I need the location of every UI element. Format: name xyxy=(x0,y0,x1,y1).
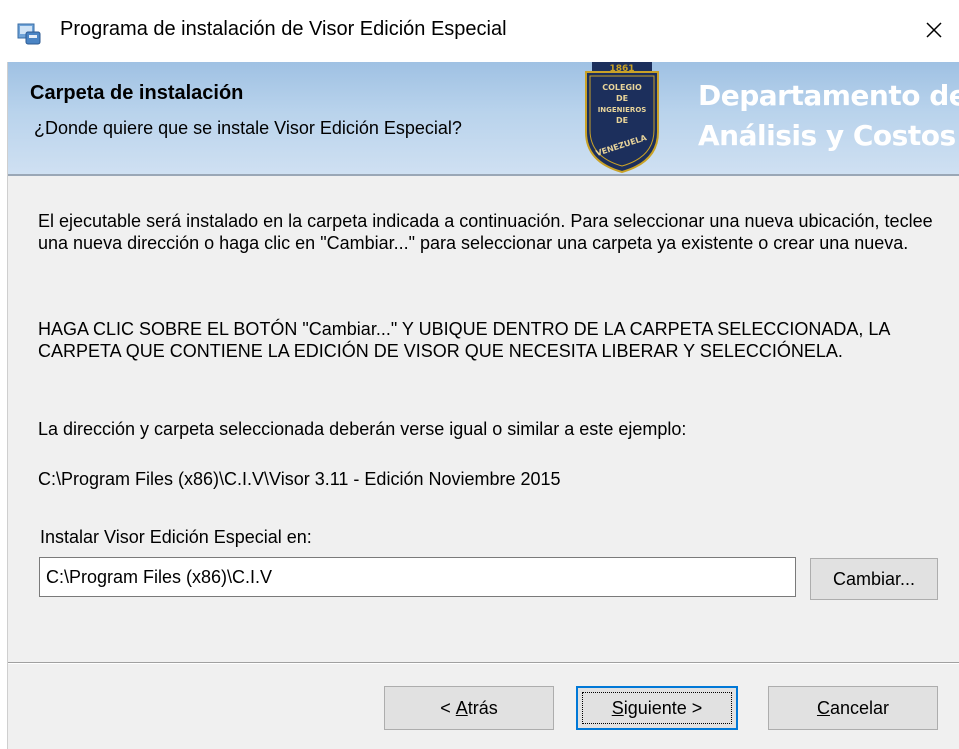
cancel-button-label: ancelar xyxy=(829,697,890,718)
example-path-text: C:\Program Files (x86)\C.I.V\Visor 3.11 … xyxy=(38,469,561,489)
colegio-ingenieros-seal-logo: 1861 COLEGIO DE INGENIEROS DE VENEZUELA xyxy=(585,62,659,174)
instructions-paragraph: El ejecutable será instalado en la carpe… xyxy=(38,211,933,253)
window-left-edge xyxy=(0,62,8,749)
page-title: Carpeta de instalación xyxy=(30,82,244,104)
install-folder-label: Instalar Visor Edición Especial en: xyxy=(40,527,312,547)
close-icon[interactable] xyxy=(920,16,948,44)
page-subtitle: ¿Donde quiere que se instale Visor Edici… xyxy=(34,118,462,138)
footer-divider xyxy=(8,662,959,664)
installer-icon xyxy=(17,23,41,45)
uppercase-instructions-paragraph: HAGA CLIC SOBRE EL BOTÓN "Cambiar..." Y … xyxy=(38,319,890,361)
back-button-prefix: < xyxy=(440,697,456,718)
department-line-2: Análisis y Costos xyxy=(698,119,956,152)
example-intro-text: La dirección y carpeta seleccionada debe… xyxy=(38,419,687,439)
title-bar[interactable]: Programa de instalación de Visor Edición… xyxy=(0,0,959,62)
svg-text:DE: DE xyxy=(616,116,628,125)
next-button[interactable]: Siguiente > xyxy=(576,686,738,730)
back-button[interactable]: < Atrás xyxy=(384,686,554,730)
cancel-button-accel: C xyxy=(816,697,830,718)
change-folder-button[interactable]: Cambiar... xyxy=(810,558,938,600)
svg-text:COLEGIO: COLEGIO xyxy=(602,83,642,92)
install-folder-input[interactable] xyxy=(39,557,796,597)
header-banner: Carpeta de instalación ¿Donde quiere que… xyxy=(8,62,959,176)
cancel-button[interactable]: Cancelar xyxy=(768,686,938,730)
svg-text:INGENIEROS: INGENIEROS xyxy=(598,106,647,114)
svg-text:DE: DE xyxy=(616,94,628,103)
installer-window: Programa de instalación de Visor Edición… xyxy=(0,0,959,749)
next-button-accel: S xyxy=(611,697,624,718)
department-line-1: Departamento de xyxy=(698,79,959,112)
back-button-accel: A xyxy=(455,697,468,718)
department-name: Departamento de Análisis y Costos xyxy=(698,76,959,156)
back-button-label: trás xyxy=(467,697,498,718)
next-button-label: iguiente > xyxy=(623,697,703,718)
window-title: Programa de instalación de Visor Edición… xyxy=(60,18,507,40)
